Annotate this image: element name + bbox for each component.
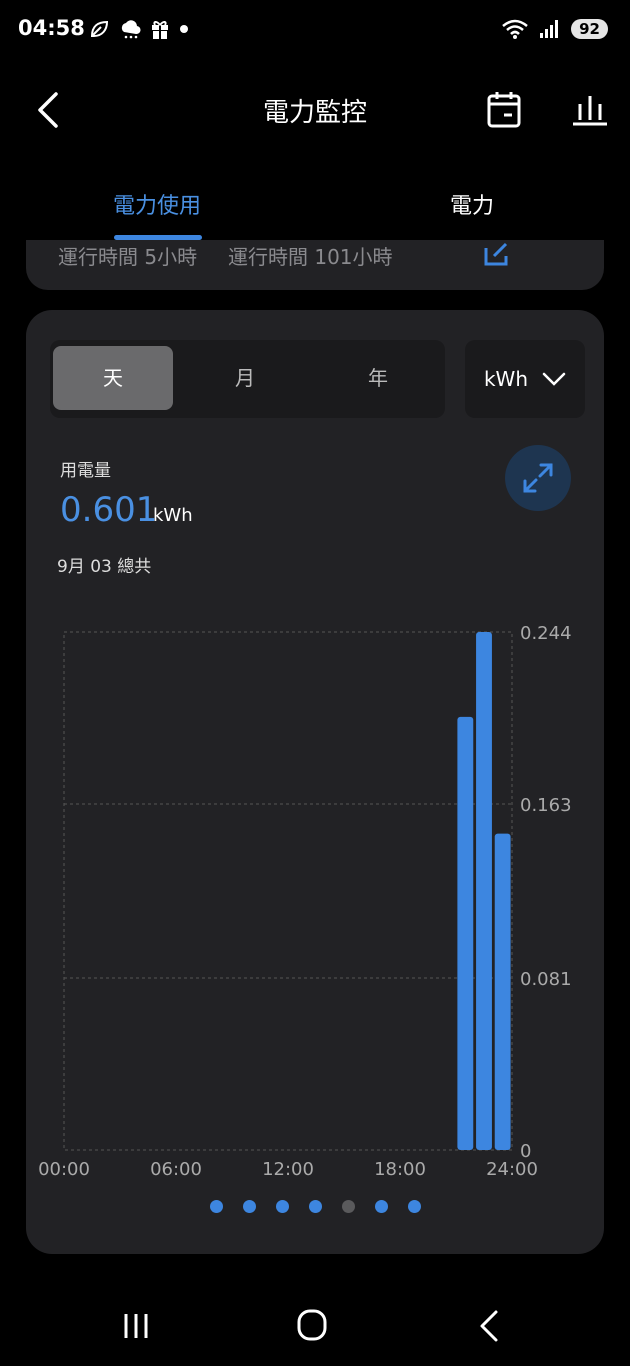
chevron-down-icon [542,372,566,386]
period-month[interactable]: 月 [185,346,305,410]
status-icons [88,18,190,40]
pager-dot[interactable] [209,1200,223,1213]
edit-icon [484,242,508,266]
runtime-text-1: 運行時間 5小時 [58,245,198,269]
expand-icon [523,463,553,493]
unit-dropdown[interactable]: kWh [465,340,585,418]
period-day[interactable]: 天 [53,346,173,410]
nav-home-button[interactable] [296,1308,328,1342]
pager-dot[interactable] [275,1200,289,1213]
usage-chart: 00.0810.1630.24400:00 06:00 12:00 18:00 24:0… [38,623,572,1180]
edit-button[interactable] [482,240,512,268]
pager-dot[interactable] [407,1200,421,1213]
y-tick-label: 0.081 [520,969,572,990]
weather-icon [121,20,141,39]
pager-dot[interactable] [374,1200,388,1213]
gift-icon [152,21,168,39]
nav-recents-button[interactable] [120,1310,152,1342]
bar-chart-icon [573,96,607,126]
usage-value: 0.601 [60,490,158,530]
expand-button[interactable] [505,445,571,511]
x-tick-label: 00:00 [38,1159,90,1180]
pager-dots [0,1200,630,1213]
status-bar: 04:58 92 [0,0,630,60]
calendar-button[interactable] [486,90,522,130]
y-tick-label: 0.244 [520,623,572,644]
wifi-icon [502,19,528,39]
tab-power-usage[interactable]: 電力使用 [80,188,234,220]
y-tick-label: 0.163 [520,795,572,816]
pager-dot[interactable] [308,1200,322,1213]
usage-label: 用電量 [60,461,111,481]
usage-unit: kWh [153,505,193,526]
statistics-button[interactable] [570,92,610,128]
pager-dot[interactable] [242,1200,256,1213]
pager-dot[interactable] [341,1200,355,1213]
chart-bar [457,716,474,1150]
page-title: 電力監控 [262,98,367,128]
status-right: 92 [501,18,608,40]
unit-dropdown-value: kWh [483,367,529,391]
leaf-icon [90,20,109,37]
recents-icon [124,1314,148,1338]
chart-bar [494,833,511,1150]
signal-icon [540,20,559,38]
x-tick-label: 06:00 [150,1159,202,1180]
chart-frame [63,631,513,1151]
date-total: 9月 03 總共 [57,557,152,577]
battery-indicator: 92 [571,19,608,39]
x-tick-label: 24:00 [486,1159,538,1180]
calendar-icon [487,92,521,128]
home-icon [297,1309,327,1341]
x-tick-label: 18:00 [374,1159,426,1180]
x-tick-label: 12:00 [262,1159,314,1180]
status-time: 04:58 [18,16,85,40]
nav-back-button[interactable] [478,1308,500,1344]
back-icon [480,1310,498,1342]
chart-bar [476,632,492,1150]
runtime-text-2: 運行時間 101小時 [228,245,393,269]
tab-power[interactable]: 電力 [402,188,542,220]
dot-icon [180,25,188,33]
period-year[interactable]: 年 [318,346,438,410]
